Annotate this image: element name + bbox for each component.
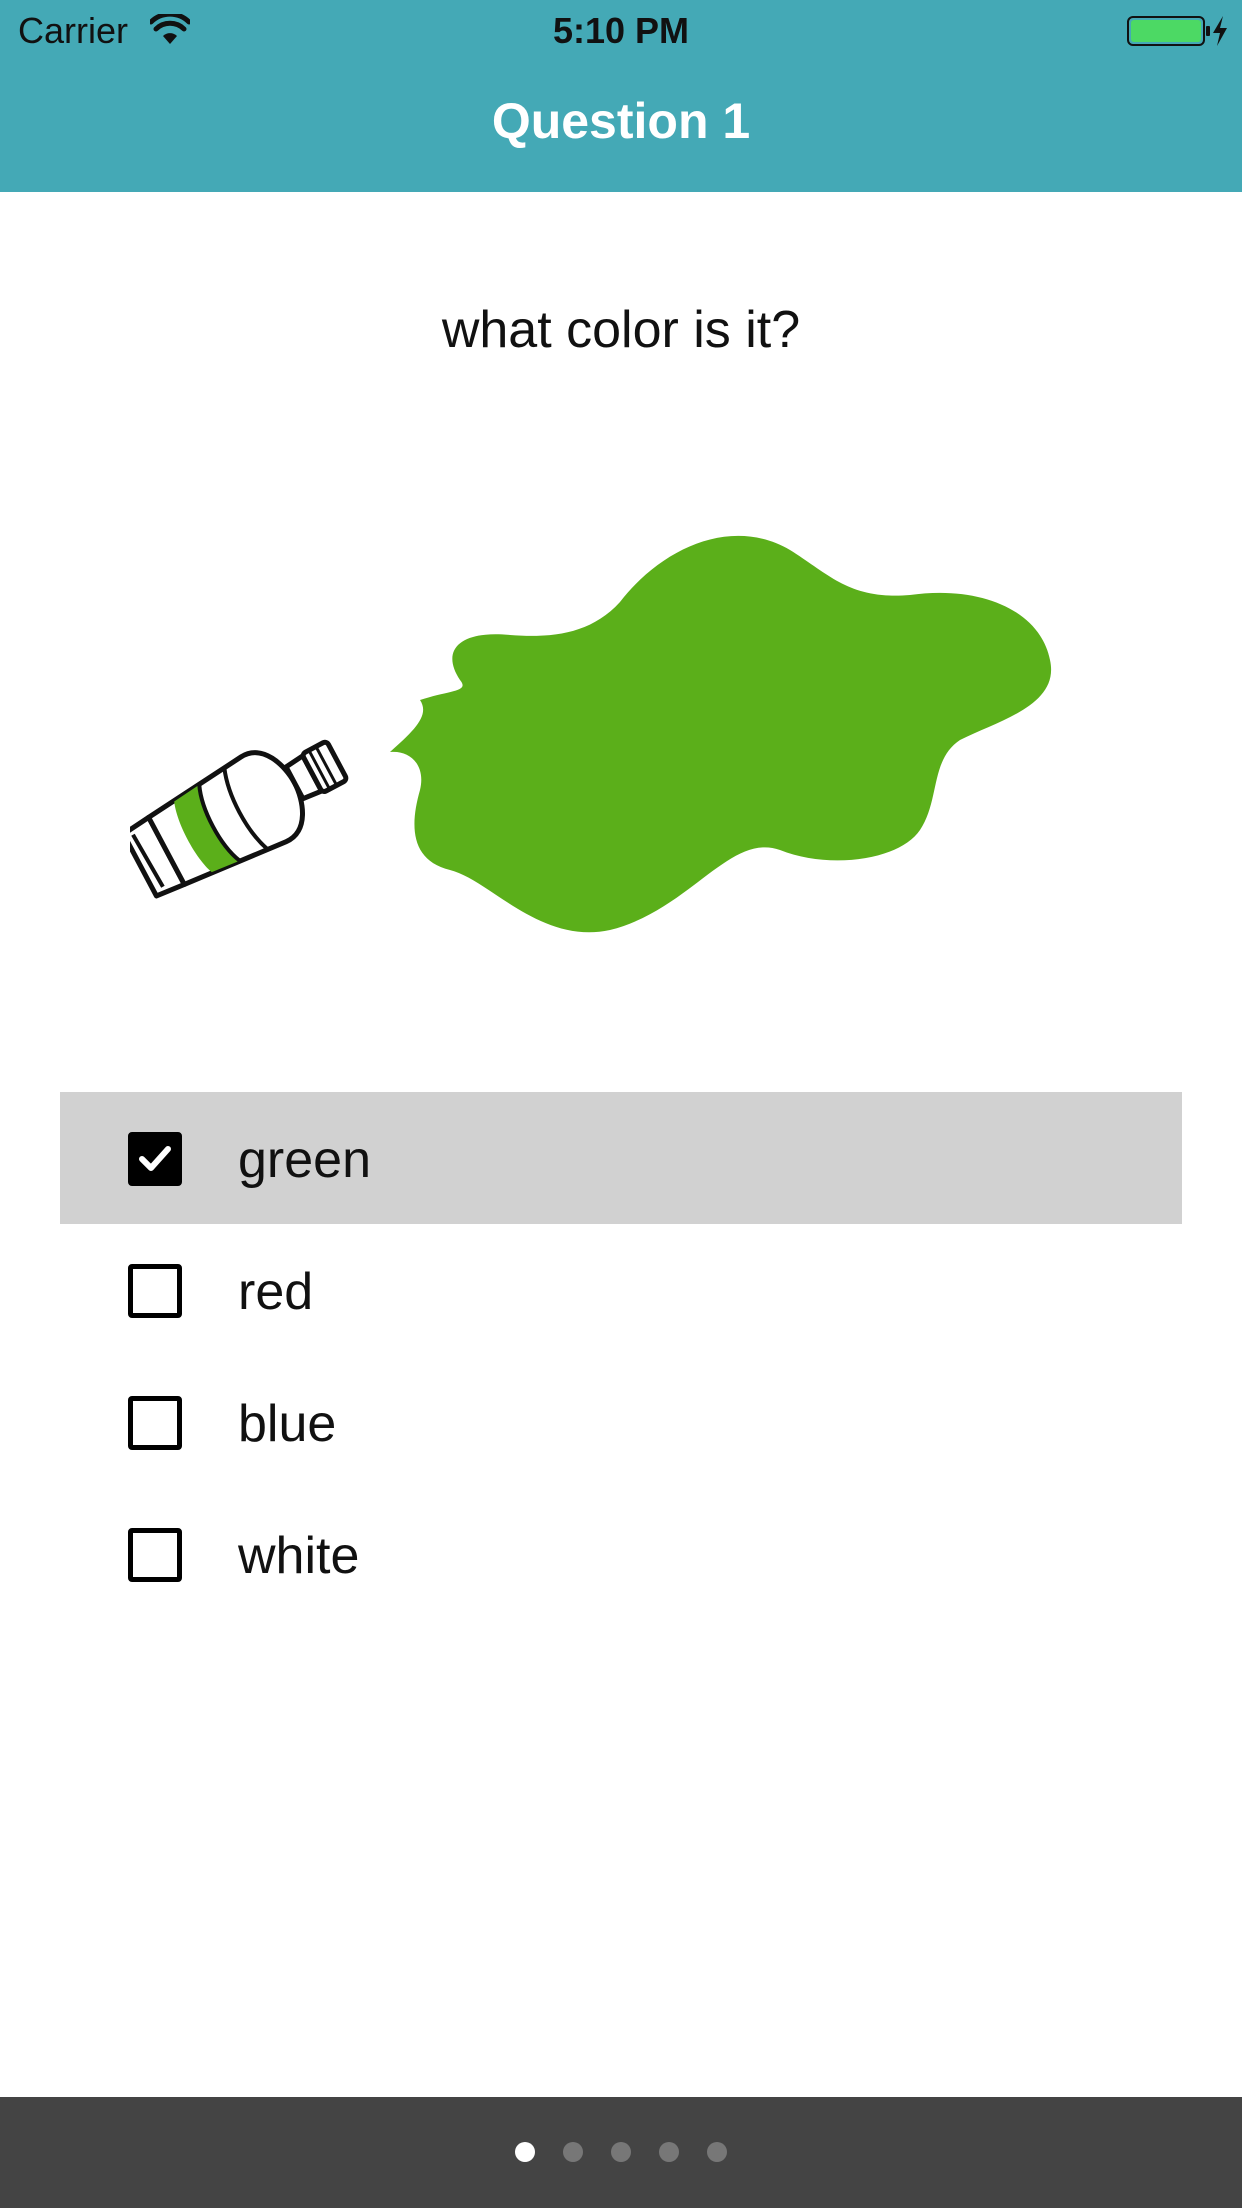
option-green[interactable]: green <box>60 1092 1182 1224</box>
question-text: what color is it? <box>441 301 801 359</box>
option-label: red <box>238 1263 314 1321</box>
status-bar: Carrier 5:10 PM <box>0 0 1242 60</box>
page-dot-5[interactable] <box>707 2142 727 2162</box>
paint-splash <box>390 535 1052 933</box>
option-white[interactable]: white <box>60 1488 1182 1620</box>
page-dot-4[interactable] <box>659 2142 679 2162</box>
page-indicator[interactable] <box>0 2142 1242 2162</box>
navigation-header: Carrier 5:10 PM Question 1 <box>0 0 1242 192</box>
charging-bolt-icon <box>1213 16 1227 46</box>
page-dot-3[interactable] <box>611 2142 631 2162</box>
checkbox-unchecked-icon[interactable] <box>128 1528 182 1582</box>
paint-tube-splash-image <box>130 535 1052 933</box>
page-title: Question 1 <box>491 93 751 149</box>
clock: 5:10 PM <box>552 10 690 51</box>
option-red[interactable]: red <box>60 1224 1182 1356</box>
checkbox-checked-icon[interactable] <box>128 1132 182 1186</box>
page-dot-1[interactable] <box>515 2142 535 2162</box>
pager-footer <box>0 2097 1242 2208</box>
page-dot-2[interactable] <box>563 2142 583 2162</box>
checkbox-unchecked-icon[interactable] <box>128 1264 182 1318</box>
option-label: white <box>238 1527 360 1585</box>
option-label: blue <box>238 1395 337 1453</box>
checkbox-unchecked-icon[interactable] <box>128 1396 182 1450</box>
option-label: green <box>238 1131 371 1189</box>
answer-options-list: green red blue white <box>60 1092 1182 1620</box>
paint-tube <box>130 739 349 899</box>
option-blue[interactable]: blue <box>60 1356 1182 1488</box>
battery-icon <box>1127 16 1210 46</box>
